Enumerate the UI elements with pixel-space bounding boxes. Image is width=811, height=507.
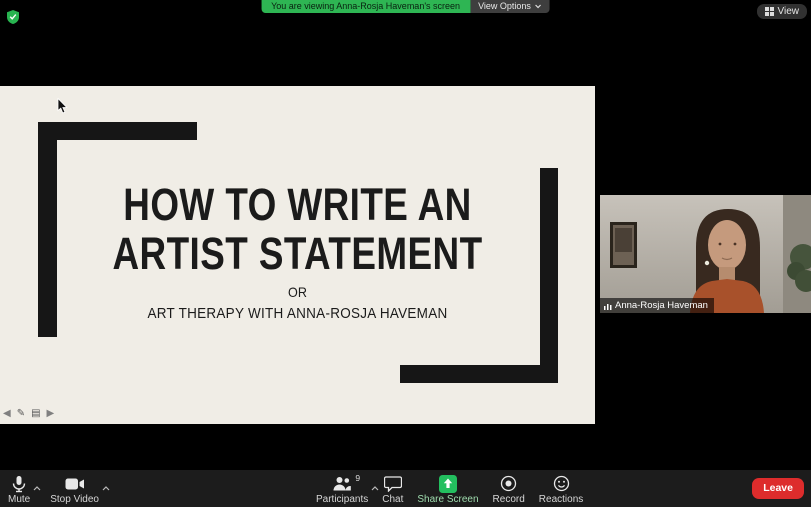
leave-button[interactable]: Leave	[752, 478, 804, 499]
share-screen-label: Share Screen	[417, 494, 478, 505]
microphone-icon	[11, 475, 27, 493]
participants-button[interactable]: 9 Participants	[316, 473, 368, 505]
chat-label: Chat	[382, 494, 403, 505]
record-button[interactable]: Record	[493, 473, 525, 505]
viewing-status-text: You are viewing Anna-Rosja Haveman's scr…	[261, 0, 470, 13]
slide-decor-top-left-corner	[38, 122, 197, 140]
participants-options-caret[interactable]	[371, 478, 379, 496]
encryption-shield-icon[interactable]	[7, 10, 19, 24]
share-screen-button[interactable]: Share Screen	[417, 473, 478, 505]
view-button-label: View	[778, 6, 800, 17]
presentation-slide: HOW TO WRITE AN ARTIST STATEMENT OR ART …	[0, 86, 595, 424]
share-screen-icon	[439, 475, 457, 493]
mouse-cursor	[57, 98, 68, 119]
slide-title-line1: HOW TO WRITE AN	[54, 180, 542, 229]
meeting-controls-toolbar: Mute Stop Video	[0, 470, 811, 507]
pen-tool-icon[interactable]: ✎	[17, 408, 25, 419]
video-options-caret[interactable]	[102, 478, 110, 496]
slide-title: HOW TO WRITE AN ARTIST STATEMENT	[54, 180, 542, 278]
reactions-label: Reactions	[539, 494, 583, 505]
participant-webcam-image	[600, 195, 811, 313]
slide-decor-bottom-right-corner-vertical	[540, 168, 558, 383]
participant-video-tile[interactable]: Anna-Rosja Haveman	[600, 195, 811, 313]
slide-title-line2: ARTIST STATEMENT	[54, 229, 542, 278]
camera-icon	[65, 475, 85, 493]
participant-name-tag: Anna-Rosja Haveman	[600, 298, 714, 313]
view-layout-button[interactable]: View	[757, 4, 808, 19]
stop-video-label: Stop Video	[50, 494, 99, 505]
view-options-label: View Options	[478, 0, 531, 13]
view-grid-icon	[765, 7, 774, 16]
mute-button[interactable]: Mute	[8, 473, 30, 505]
previous-slide-icon[interactable]: ◀	[3, 408, 11, 419]
shared-screen-area: HOW TO WRITE AN ARTIST STATEMENT OR ART …	[0, 70, 595, 440]
audio-level-icon	[604, 302, 612, 310]
reactions-smiley-icon	[553, 475, 570, 493]
mute-label: Mute	[8, 494, 30, 505]
chat-icon	[384, 475, 402, 493]
zoom-meeting-window: You are viewing Anna-Rosja Haveman's scr…	[0, 0, 811, 507]
slide-subtitle: ART THERAPY WITH ANNA-ROSJA HAVEMAN	[30, 305, 566, 322]
participant-name: Anna-Rosja Haveman	[615, 300, 708, 311]
next-slide-icon[interactable]: ▶	[47, 408, 55, 419]
presentation-nav-toolbar: ◀ ✎ ▤ ▶	[3, 408, 54, 419]
slide-decor-bottom-right-corner	[400, 365, 558, 383]
slide-or-text: OR	[30, 284, 566, 300]
reactions-button[interactable]: Reactions	[539, 473, 583, 505]
chevron-down-icon	[535, 4, 542, 9]
participants-count-badge: 9	[355, 473, 360, 483]
screen-share-banner: You are viewing Anna-Rosja Haveman's scr…	[261, 0, 550, 13]
slide-view-icon[interactable]: ▤	[31, 408, 40, 419]
participants-icon	[332, 475, 352, 493]
view-options-dropdown[interactable]: View Options	[470, 0, 550, 13]
chat-button[interactable]: Chat	[382, 473, 403, 505]
record-icon	[500, 475, 517, 493]
record-label: Record	[493, 494, 525, 505]
participants-label: Participants	[316, 494, 368, 505]
stop-video-button[interactable]: Stop Video	[50, 473, 99, 505]
mute-options-caret[interactable]	[33, 478, 41, 496]
